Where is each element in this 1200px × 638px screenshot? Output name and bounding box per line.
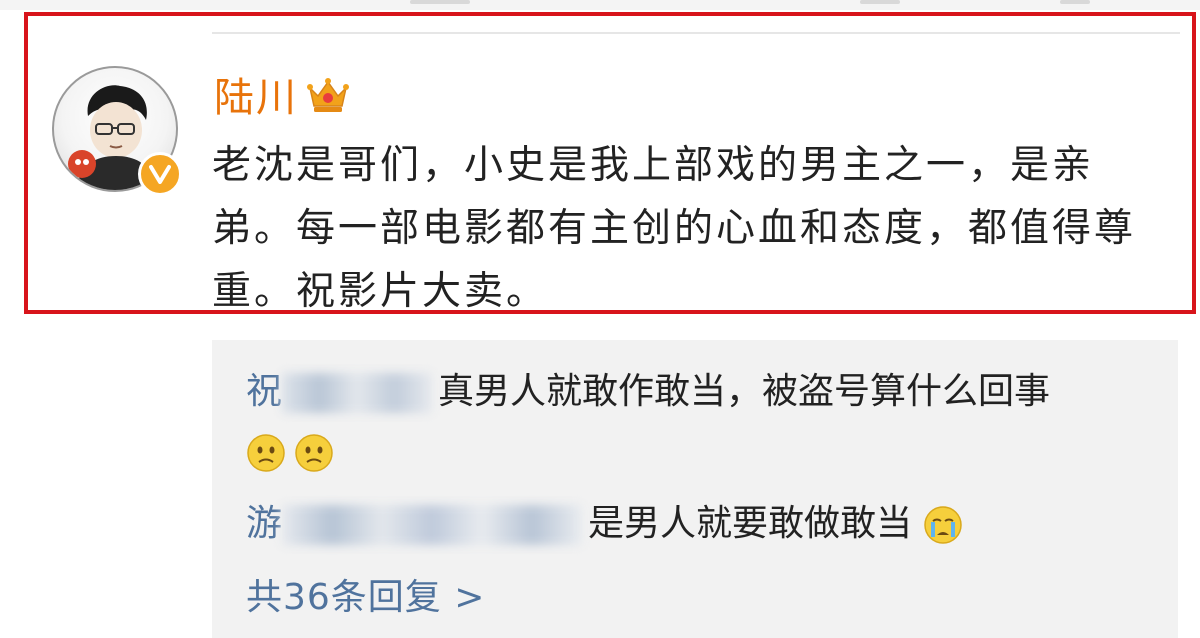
reply-text: 是男人就要敢做敢当	[588, 503, 913, 544]
post-text: 老沈是哥们，小史是我上部戏的男主之一，是亲弟。每一部电影都有主创的心血和态度，都…	[212, 143, 1137, 314]
reply-item[interactable]: 祝真男人就敢作敢当，被盗号算什么回事	[246, 362, 1050, 422]
reply-emoji-row	[246, 422, 342, 482]
sad-face-emoji	[295, 434, 333, 472]
blurred-name	[282, 373, 433, 413]
reply-item[interactable]: 游是男人就要敢做敢当	[246, 494, 971, 554]
username[interactable]: 陆川	[214, 70, 298, 126]
crying-face-emoji	[924, 506, 963, 544]
reply-text: 真男人就敢作敢当，被盗号算什么回事	[438, 371, 1051, 412]
divider	[212, 32, 1180, 34]
verified-v-icon	[138, 152, 182, 196]
reply-author[interactable]: 游	[246, 503, 588, 545]
top-partial-row	[0, 0, 1200, 10]
crown-icon	[307, 78, 349, 112]
reply-author[interactable]: 祝	[246, 371, 438, 413]
sad-face-emoji	[247, 434, 285, 472]
view-more-replies-link[interactable]: 共36条回复 >	[246, 572, 485, 624]
blurred-name	[282, 505, 583, 545]
